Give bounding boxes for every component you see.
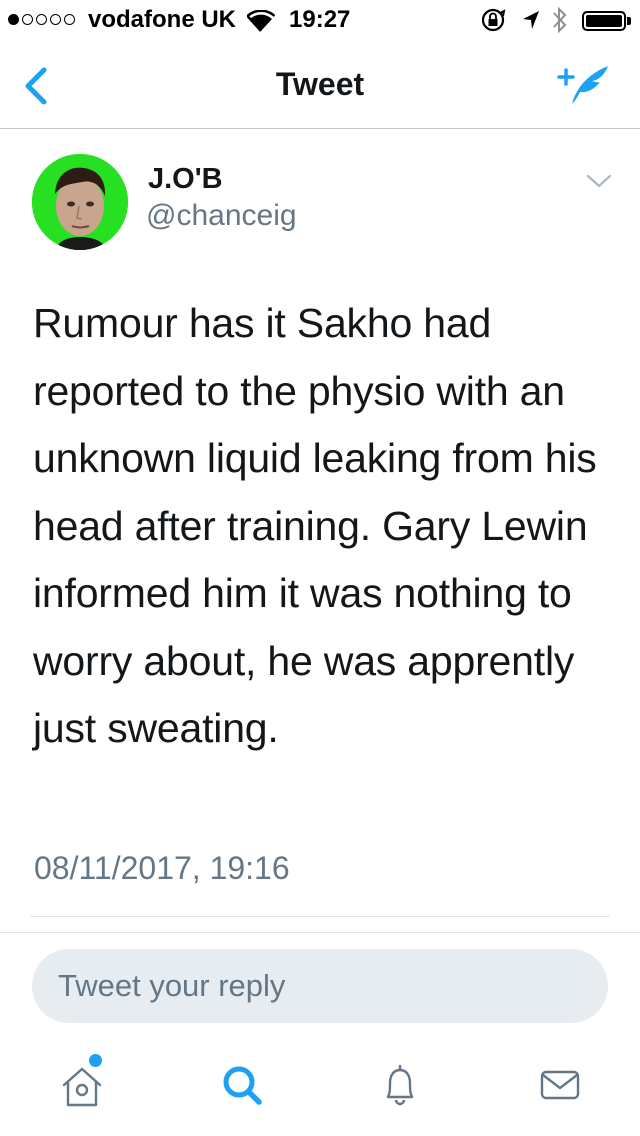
- tweet-timestamp: 08/11/2017, 19:16: [34, 850, 290, 886]
- tab-search[interactable]: [212, 1055, 272, 1115]
- battery-tip: [627, 17, 631, 25]
- compose-tweet-icon: [557, 66, 608, 104]
- reply-input[interactable]: Tweet your reply: [32, 949, 608, 1023]
- wifi-icon: [247, 10, 275, 32]
- mail-icon: [540, 1070, 580, 1100]
- carrier-name: vodafone UK: [88, 6, 237, 33]
- divider: [0, 932, 640, 933]
- tweet-text: Rumour has it Sakho had reported to the …: [33, 300, 597, 751]
- tab-home[interactable]: [52, 1055, 112, 1115]
- battery-icon: [582, 11, 626, 31]
- signal-strength-icon: [8, 14, 75, 25]
- tab-messages[interactable]: [530, 1055, 590, 1115]
- bell-icon: [386, 1064, 414, 1106]
- page-title: Tweet: [275, 66, 365, 102]
- reply-placeholder: Tweet your reply: [58, 968, 286, 1003]
- rotation-lock-icon: [481, 8, 506, 32]
- chevron-down-icon: [586, 174, 612, 188]
- home-icon: [62, 1067, 102, 1107]
- avatar-portrait-image: [32, 154, 128, 250]
- tweet-options-button[interactable]: [584, 170, 614, 192]
- navigation-bar: Tweet: [0, 40, 640, 129]
- status-time: 19:27: [289, 6, 351, 33]
- search-icon: [223, 1066, 262, 1105]
- user-handle[interactable]: @chanceig: [146, 199, 297, 233]
- home-notification-badge: [89, 1054, 102, 1067]
- status-bar: vodafone UK 19:27: [0, 0, 640, 40]
- compose-tweet-button[interactable]: [556, 62, 612, 108]
- bluetooth-icon: [553, 6, 567, 34]
- divider: [30, 916, 610, 917]
- avatar[interactable]: [32, 154, 128, 250]
- location-arrow-icon: [523, 11, 539, 29]
- display-name[interactable]: J.O'B: [148, 163, 223, 196]
- tab-notifications[interactable]: [370, 1055, 430, 1115]
